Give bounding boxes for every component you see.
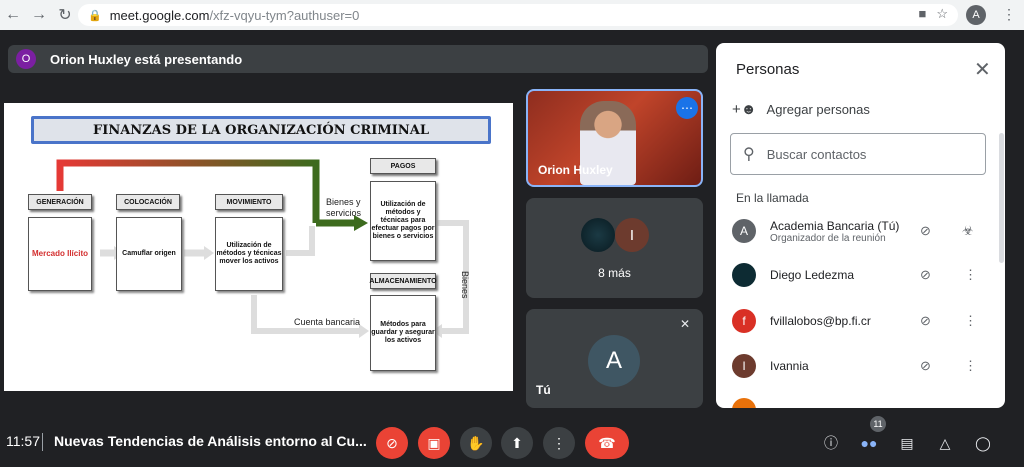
participant-name: fvillalobos@bp.fi.cr: [770, 314, 871, 328]
tile-options-icon[interactable]: ⋯: [676, 97, 698, 119]
add-people-label: Agregar personas: [766, 102, 870, 117]
hand-icon: ✋: [467, 434, 485, 451]
mic-off-icon[interactable]: ⊘: [920, 313, 931, 329]
host-controls-icon[interactable]: ◯: [972, 432, 994, 454]
more-options-icon[interactable]: ⋮: [964, 313, 977, 329]
presenter-avatar: O: [16, 49, 36, 69]
address-bar[interactable]: 🔒 meet.google.com /xfz-vqyu-tym?authuser…: [78, 4, 958, 26]
close-icon[interactable]: ✕: [974, 57, 991, 82]
camera-icon[interactable]: ■: [918, 6, 926, 22]
participant-name: Ivannia: [770, 359, 809, 373]
browser-menu-icon[interactable]: ⋮: [1002, 6, 1016, 23]
box-movimiento: Utilización de métodos y técnicas mover …: [215, 217, 283, 291]
meeting-time: 11:57: [6, 433, 40, 449]
profile-avatar[interactable]: A: [966, 5, 986, 25]
presenter-banner: O Orion Huxley está presentando: [8, 45, 708, 73]
more-options-button[interactable]: ⋮: [543, 427, 575, 459]
chat-icon[interactable]: ▤: [896, 432, 918, 454]
raise-hand-button[interactable]: ✋: [460, 427, 492, 459]
url-host: meet.google.com: [109, 7, 210, 23]
label-bienes-servicios: Bienes y servicios: [326, 197, 362, 219]
star-icon[interactable]: ☆: [936, 6, 948, 22]
url-path: /xfz-vqyu-tym?authuser=0: [209, 7, 360, 23]
participant-avatar-2: I: [615, 218, 649, 252]
more-options-icon[interactable]: ⋮: [964, 358, 977, 374]
people-count-badge: 11: [870, 416, 886, 432]
section-in-call: En la llamada: [736, 191, 809, 205]
header-generacion: GENERACIÓN: [28, 194, 92, 210]
box-colocacion: Camuflar origen: [116, 217, 182, 291]
participant-avatar: I: [732, 354, 756, 378]
self-video-tile[interactable]: A Tú ✕: [526, 309, 703, 408]
people-panel: Personas ✕ +☻ Agregar personas ⚲ Buscar …: [716, 43, 1005, 408]
camera-toggle-button[interactable]: ▣: [418, 427, 450, 459]
box-pagos: Utilización de métodos y técnicas para e…: [370, 181, 436, 261]
mic-off-icon[interactable]: ⊘: [920, 358, 931, 374]
search-icon: ⚲: [743, 146, 755, 163]
meeting-title: Nuevas Tendencias de Análisis entorno al…: [54, 433, 367, 449]
pin-icon[interactable]: ☣: [962, 223, 974, 239]
info-icon[interactable]: ⓘ: [820, 432, 842, 454]
camera-off-icon: ▣: [427, 434, 441, 451]
self-label: Tú: [536, 383, 551, 397]
hang-up-icon: ☎: [598, 434, 616, 451]
participant-row[interactable]: f fvillalobos@bp.fi.cr: [732, 305, 992, 337]
mic-off-icon[interactable]: ⊘: [920, 267, 931, 283]
participant-row[interactable]: Diego Ledezma: [732, 259, 992, 291]
self-mic-off-icon: ✕: [680, 317, 691, 331]
participant-avatar-1: [581, 218, 615, 252]
participant-avatar: A: [732, 219, 756, 243]
participant-role: Organizador de la reunión: [770, 232, 886, 244]
leave-call-button[interactable]: ☎: [585, 427, 629, 459]
presenter-video-tile[interactable]: Orion Huxley ⋯: [526, 89, 703, 187]
mic-toggle-button[interactable]: ⊘: [376, 427, 408, 459]
label-cuenta-bancaria: Cuenta bancaria: [294, 317, 361, 327]
search-contacts-input[interactable]: ⚲ Buscar contactos: [730, 133, 986, 175]
presenter-text: Orion Huxley está presentando: [50, 51, 243, 67]
meeting-controls-bar: 11:57 Nuevas Tendencias de Análisis ento…: [0, 416, 1024, 467]
back-arrow-icon[interactable]: ←: [0, 2, 26, 28]
panel-title: Personas: [736, 61, 800, 78]
activities-icon[interactable]: △: [934, 432, 956, 454]
person-add-icon: +☻: [732, 101, 757, 118]
more-options-icon[interactable]: ⋮: [964, 267, 977, 283]
people-icon[interactable]: ●●: [858, 432, 880, 454]
participant-avatar: [732, 263, 756, 287]
header-movimiento: MOVIMIENTO: [215, 194, 283, 210]
panel-scrollbar[interactable]: [999, 133, 1004, 263]
more-vert-icon: ⋮: [552, 434, 566, 451]
more-participants-tile[interactable]: I 8 más: [526, 198, 703, 298]
add-people-button[interactable]: +☻ Agregar personas: [732, 101, 870, 118]
present-button[interactable]: ⬆: [501, 427, 533, 459]
participant-name: Academia Bancaria (Tú): [770, 218, 900, 233]
mic-off-icon: ⊘: [386, 434, 398, 451]
present-screen-icon: ⬆: [511, 434, 523, 451]
header-pagos: PAGOS: [370, 158, 436, 174]
participant-row[interactable]: I Ivannia: [732, 350, 992, 382]
self-avatar: A: [588, 335, 640, 387]
browser-toolbar: ← → ↻ 🔒 meet.google.com /xfz-vqyu-tym?au…: [0, 0, 1024, 30]
label-bienes: Bienes: [460, 271, 470, 299]
more-count: 8 más: [598, 266, 631, 280]
header-almacenamiento: ALMACENAMIENTO: [369, 273, 437, 289]
header-colocacion: COLOCACIÓN: [116, 194, 180, 210]
search-placeholder: Buscar contactos: [766, 146, 867, 162]
participant-avatar: f: [732, 309, 756, 333]
mic-off-icon[interactable]: ⊘: [920, 223, 931, 239]
lock-icon: 🔒: [88, 9, 102, 22]
divider: [42, 433, 43, 451]
participant-avatar-partial: [732, 398, 756, 408]
presenter-tile-name: Orion Huxley: [538, 163, 613, 177]
participant-name: Diego Ledezma: [770, 268, 855, 282]
box-almacenamiento: Métodos para guardar y asegurar los acti…: [370, 295, 436, 371]
box-generacion: Mercado Ilícito: [28, 217, 92, 291]
participant-row[interactable]: A Academia Bancaria (Tú) Organizador de …: [732, 215, 992, 247]
presentation-slide: FINANZAS DE LA ORGANIZACIÓN CRIMINAL GEN…: [4, 103, 513, 391]
forward-arrow-icon[interactable]: →: [26, 2, 52, 28]
reload-icon[interactable]: ↻: [52, 2, 78, 28]
